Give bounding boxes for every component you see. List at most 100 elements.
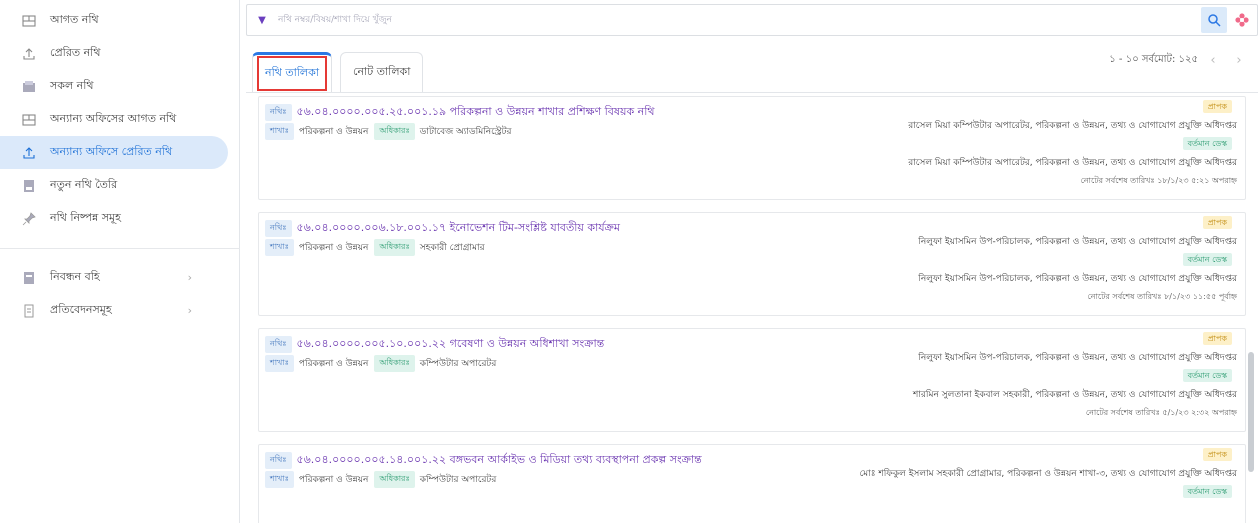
list-item-meta: শাখাঃ পরিকল্পনা ও উন্নয়ন অধিকারঃ কম্পিউ… xyxy=(265,355,502,372)
note-date: নোটের সর্বশেষ তারিখঃ ৮/১/২৩ ১১:৫৫ পূর্বা… xyxy=(1087,292,1237,301)
nothi-badge: নথিঃ xyxy=(265,220,292,237)
sidebar-item-label: আগত নথি xyxy=(50,13,99,26)
nothi-title-link[interactable]: ৫৬.০৪.০০০০.০০৫.১০.০০১.২২ গবেষণা ও উন্নয়… xyxy=(297,335,605,354)
sidebar-item-sent[interactable]: প্রেরিত নথি xyxy=(0,37,228,70)
tab-note-list[interactable]: নোট তালিকা xyxy=(340,52,424,92)
sidebar-item-disposed[interactable]: নথি নিষ্পন্ন সমূহ xyxy=(0,202,228,235)
tab-label: নোট তালিকা xyxy=(353,65,411,78)
sidebar-item-label: নথি নিষ্পন্ন সমূহ xyxy=(50,211,121,224)
nothi-title-link[interactable]: ৫৬.০৪.০০০০.০০৫.২৫.০০১.১৯ পরিকল্পনা ও উন্… xyxy=(297,103,655,122)
prapok-badge-wrap: প্রাপক xyxy=(1202,100,1237,114)
desk-badge-wrap: বর্তমান ডেস্ক xyxy=(1182,369,1237,383)
prapok-value: নিলুফা ইয়াসমিন উপ-পরিচালক, পরিকল্পনা ও … xyxy=(918,353,1237,363)
report-icon xyxy=(22,304,36,318)
sidebar-item-label: অন্যান্য অফিসের আগত নথি xyxy=(50,112,177,125)
prev-page-button[interactable]: ‹ xyxy=(1202,53,1224,68)
desk-value: শারমিন সুলতানা ইকবাল সহকারী, পরিকল্পনা ও… xyxy=(913,390,1237,400)
shakha-badge: শাখাঃ xyxy=(265,239,294,256)
inbox-icon xyxy=(22,113,36,127)
nothi-list: নথিঃ ৫৬.০৪.০০০০.০০৫.২৫.০০১.১৯ পরিকল্পনা … xyxy=(258,96,1246,523)
list-item-header: নথিঃ ৫৬.০৪.০০০০.০০৫.১০.০০১.২২ গবেষণা ও উ… xyxy=(265,335,604,354)
odhikari-value: কম্পিউটার অপারেটর xyxy=(419,475,497,485)
desk-badge-wrap: বর্তমান ডেস্ক xyxy=(1182,253,1237,267)
sidebar-item-label: নতুন নথি তৈরি xyxy=(50,178,118,191)
tabs-divider xyxy=(246,92,1258,93)
prapok-badge: প্রাপক xyxy=(1202,332,1232,345)
prapok-value: রাসেল মিয়া কম্পিউটার অপারেটর, পরিকল্পনা… xyxy=(908,121,1237,131)
odhikari-value: সহকারী প্রোগ্রামার xyxy=(419,243,485,253)
upload-icon xyxy=(22,47,36,61)
sidebar-item-new[interactable]: নতুন নথি তৈরি xyxy=(0,169,228,202)
shakha-value: পরিকল্পনা ও উন্নয়ন xyxy=(298,359,369,369)
next-page-button[interactable]: › xyxy=(1228,53,1250,68)
shakha-value: পরিকল্পনা ও উন্নয়ন xyxy=(298,475,369,485)
prapok-badge-wrap: প্রাপক xyxy=(1202,332,1237,346)
odhikari-badge: অধিকারঃ xyxy=(374,239,415,256)
sidebar-item-incoming[interactable]: আগত নথি xyxy=(0,4,228,37)
search-icon xyxy=(1208,14,1221,27)
desk-badge-wrap: বর্তমান ডেস্ক xyxy=(1182,137,1237,151)
list-item-meta: শাখাঃ পরিকল্পনা ও উন্নয়ন অধিকারঃ সহকারী… xyxy=(265,239,491,256)
inbox-icon xyxy=(22,14,36,28)
prapok-badge-wrap: প্রাপক xyxy=(1202,216,1237,230)
register-icon xyxy=(22,271,36,285)
prapok-value: মোঃ শফিকুল ইসলাম সহকারী প্রোগ্রামার, পরি… xyxy=(859,469,1237,479)
chevron-right-icon: › xyxy=(187,304,192,317)
shakha-badge: শাখাঃ xyxy=(265,123,294,140)
sidebar-item-label: অন্যান্য অফিসে প্রেরিত নথি xyxy=(50,145,173,158)
desk-badge: বর্তমান ডেস্ক xyxy=(1182,369,1232,382)
pin-icon xyxy=(22,211,36,226)
list-item-meta: শাখাঃ পরিকল্পনা ও উন্নয়ন অধিকারঃ কম্পিউ… xyxy=(265,471,502,488)
shakha-badge: শাখাঃ xyxy=(265,471,294,488)
prapok-value: নিলুফা ইয়াসমিন উপ-পরিচালক, পরিকল্পনা ও … xyxy=(918,237,1237,247)
sidebar-item-reports[interactable]: প্রতিবেদনসমূহ › xyxy=(0,294,228,327)
scrollbar-thumb[interactable] xyxy=(1248,352,1254,472)
note-date: নোটের সর্বশেষ তারিখঃ ৫/১/২৩ ২:৩২ অপরাহ্ন xyxy=(1085,408,1237,417)
sidebar-item-other-sent[interactable]: অন্যান্য অফিসে প্রেরিত নথি xyxy=(0,136,228,169)
shakha-value: পরিকল্পনা ও উন্নয়ন xyxy=(298,127,369,137)
nothi-badge: নথিঃ xyxy=(265,452,292,469)
advanced-search-button[interactable] xyxy=(1231,9,1253,31)
tab-bar: নথি তালিকা নোট তালিকা xyxy=(252,48,431,92)
search-input[interactable] xyxy=(274,6,1201,34)
list-item[interactable]: নথিঃ ৫৬.০৪.০০০০.০০৫.১৪.০০১.২২ বঙ্গভবন আর… xyxy=(258,444,1246,523)
nothi-title-link[interactable]: ৫৬.০৪.০০০০.০০৬.১৮.০০১.১৭ ইনোভেশন টিম-সংশ… xyxy=(297,219,620,238)
upload-icon xyxy=(22,146,36,160)
odhikari-value: কম্পিউটার অপারেটর xyxy=(419,359,497,369)
nothi-badge: নথিঃ xyxy=(265,104,292,121)
chevron-right-icon: › xyxy=(187,271,192,284)
note-date: নোটের সর্বশেষ তারিখঃ ১৮/১/২৩ ৫:২১ অপরাহ্… xyxy=(1080,176,1237,185)
prapok-badge: প্রাপক xyxy=(1202,216,1232,229)
list-item[interactable]: নথিঃ ৫৬.০৪.০০০০.০০৫.২৫.০০১.১৯ পরিকল্পনা … xyxy=(258,96,1246,200)
sidebar-item-all[interactable]: সকল নথি xyxy=(0,70,228,103)
sidebar-item-register[interactable]: নিবন্ধন বহি › xyxy=(0,261,228,294)
list-item-header: নথিঃ ৫৬.০৪.০০০০.০০৬.১৮.০০১.১৭ ইনোভেশন টি… xyxy=(265,219,620,238)
search-button[interactable] xyxy=(1201,7,1227,33)
tab-nothi-list[interactable]: নথি তালিকা xyxy=(252,52,333,92)
list-item[interactable]: নথিঃ ৫৬.০৪.০০০০.০০৬.১৮.০০১.১৭ ইনোভেশন টি… xyxy=(258,212,1246,316)
search-bar: ▼ xyxy=(246,4,1258,36)
list-scrollbar[interactable] xyxy=(1248,100,1254,523)
sidebar-item-other-incoming[interactable]: অন্যান্য অফিসের আগত নথি xyxy=(0,103,228,136)
odhikari-badge: অধিকারঃ xyxy=(374,471,415,488)
odhikari-badge: অধিকারঃ xyxy=(374,123,415,140)
desk-badge: বর্তমান ডেস্ক xyxy=(1182,485,1232,498)
desk-badge: বর্তমান ডেস্ক xyxy=(1182,137,1232,150)
prapok-badge-wrap: প্রাপক xyxy=(1202,448,1237,462)
app-root: আগত নথি প্রেরিত নথি সকল নথি অন্যান্য অফি… xyxy=(0,0,1260,523)
tab-label: নথি তালিকা xyxy=(257,56,328,91)
flower-icon xyxy=(1235,13,1249,27)
list-item-header: নথিঃ ৫৬.০৪.০০০০.০০৫.২৫.০০১.১৯ পরিকল্পনা … xyxy=(265,103,655,122)
sidebar-divider xyxy=(0,248,240,249)
list-item-meta: শাখাঃ পরিকল্পনা ও উন্নয়ন অধিকারঃ ডাটাবে… xyxy=(265,123,517,140)
pagination-info: ১ - ১০ সর্বমোট: ১২৫ xyxy=(1109,54,1198,65)
desk-value: নিলুফা ইয়াসমিন উপ-পরিচালক, পরিকল্পনা ও … xyxy=(918,274,1237,284)
nothi-title-link[interactable]: ৫৬.০৪.০০০০.০০৫.১৪.০০১.২২ বঙ্গভবন আর্কাইভ… xyxy=(297,451,702,470)
filter-dropdown-button[interactable]: ▼ xyxy=(250,5,274,35)
prapok-badge: প্রাপক xyxy=(1202,100,1232,113)
list-item[interactable]: নথিঃ ৫৬.০৪.০০০০.০০৫.১০.০০১.২২ গবেষণা ও উ… xyxy=(258,328,1246,432)
shakha-value: পরিকল্পনা ও উন্নয়ন xyxy=(298,243,369,253)
new-document-icon xyxy=(22,179,36,193)
odhikari-badge: অধিকারঃ xyxy=(374,355,415,372)
desk-badge: বর্তমান ডেস্ক xyxy=(1182,253,1232,266)
